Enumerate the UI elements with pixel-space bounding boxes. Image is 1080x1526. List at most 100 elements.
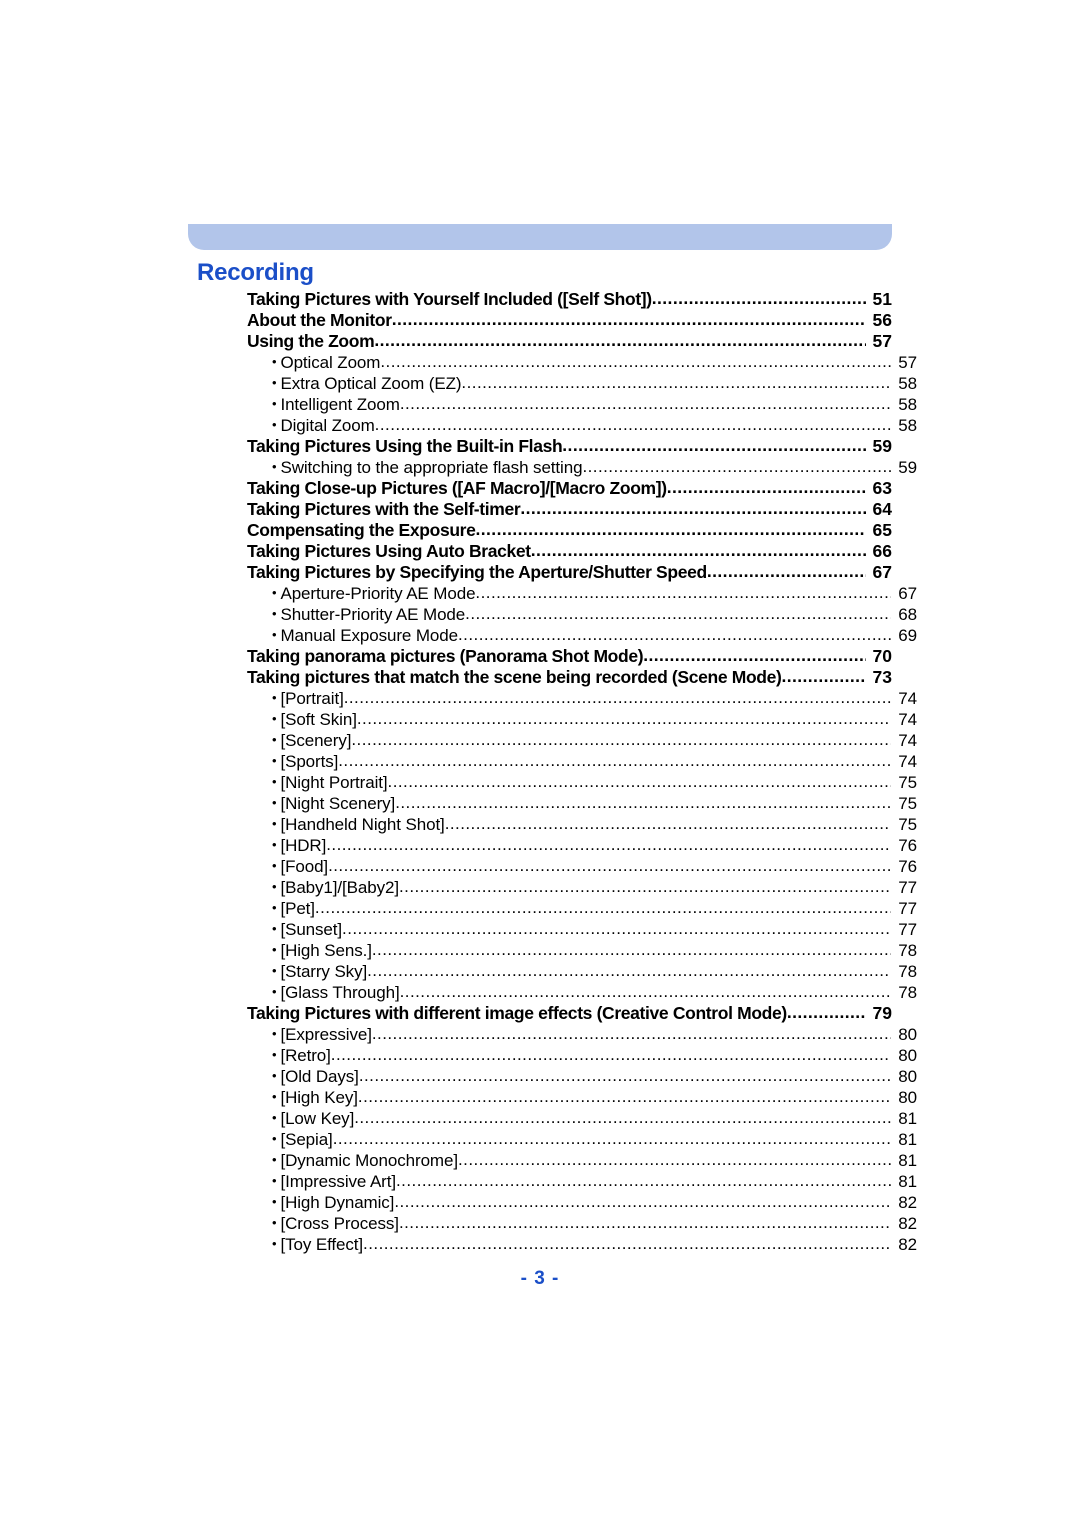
toc-entry-label: [Low Key] (280, 1109, 355, 1128)
toc-entry[interactable]: • [Low Key]..............................… (272, 1108, 917, 1129)
toc-entry-label: [Night Scenery] (280, 794, 396, 813)
toc-entry-label: [Cross Process] (280, 1214, 399, 1233)
toc-entry[interactable]: • [Night Scenery]........................… (272, 793, 917, 814)
toc-entry-page-number: 74 (898, 752, 917, 771)
toc-entry-page-number: 63 (872, 478, 892, 498)
toc-entry[interactable]: Taking pictures that match the scene bei… (247, 666, 892, 688)
toc-entry[interactable]: • [Toy Effect]...........................… (272, 1234, 917, 1255)
toc-leader-dots: ........................................… (444, 814, 891, 833)
toc-leader-dots: ........................................… (326, 835, 891, 854)
table-of-contents: Taking Pictures with Yourself Included (… (247, 288, 917, 1255)
toc-entry-label: Taking panorama pictures (Panorama Shot … (247, 646, 644, 666)
toc-entry[interactable]: • [Food].................................… (272, 856, 917, 877)
bullet-icon: • (272, 1152, 277, 1167)
toc-entry[interactable]: • Optical Zoom...........................… (272, 352, 917, 373)
bullet-icon: • (272, 417, 277, 432)
toc-entry[interactable]: • [Handheld Night Shot]..................… (272, 814, 917, 835)
toc-entry-page-number: 67 (898, 584, 917, 603)
toc-entry-label: [Dynamic Monochrome] (280, 1151, 458, 1170)
toc-leader-dots: ........................................… (399, 982, 891, 1001)
toc-entry-page-number: 74 (898, 689, 917, 708)
toc-entry[interactable]: About the Monitor.......................… (247, 309, 892, 331)
toc-entry[interactable]: Taking Close-up Pictures ([AF Macro]/[Ma… (247, 477, 892, 499)
toc-entry[interactable]: Taking Pictures with Yourself Included (… (247, 288, 892, 310)
toc-entry-label: [Portrait] (280, 689, 344, 708)
toc-leader-dots: ........................................… (396, 1171, 891, 1190)
bullet-icon: • (272, 1089, 277, 1104)
toc-entry[interactable]: • [Retro]................................… (272, 1045, 917, 1066)
toc-entry[interactable]: • Manual Exposure Mode...................… (272, 625, 917, 646)
toc-entry[interactable]: • [High Sens.]...........................… (272, 940, 917, 961)
toc-entry-page-number: 73 (872, 667, 892, 687)
toc-entry-page-number: 77 (898, 920, 917, 939)
toc-entry-page-number: 79 (872, 1003, 892, 1023)
toc-leader-dots: ........................................… (582, 457, 891, 476)
toc-entry[interactable]: Taking Pictures Using the Built-in Flash… (247, 435, 892, 457)
toc-entry[interactable]: Taking Pictures Using Auto Bracket......… (247, 540, 892, 562)
toc-entry[interactable]: • [Scenery]..............................… (272, 730, 917, 751)
toc-entry-page-number: 82 (898, 1235, 917, 1254)
bullet-icon: • (272, 837, 277, 852)
toc-entry-page-number: 78 (898, 983, 917, 1002)
toc-entry[interactable]: • [Soft Skin]............................… (272, 709, 917, 730)
toc-entry[interactable]: • [Glass Through]........................… (272, 982, 917, 1003)
toc-entry[interactable]: • [Sunset]...............................… (272, 919, 917, 940)
toc-entry[interactable]: • [HDR]..................................… (272, 835, 917, 856)
toc-entry-page-number: 74 (898, 731, 917, 750)
toc-leader-dots: ........................................… (475, 583, 891, 602)
toc-entry[interactable]: • [Old Days].............................… (272, 1066, 917, 1087)
toc-entry[interactable]: • [Expressive]...........................… (272, 1024, 917, 1045)
bullet-icon: • (272, 1110, 277, 1125)
toc-entry[interactable]: • [Cross Process]........................… (272, 1213, 917, 1234)
toc-entry-page-number: 81 (898, 1130, 917, 1149)
toc-entry-page-number: 77 (898, 878, 917, 897)
toc-entry[interactable]: • [Starry Sky]...........................… (272, 961, 917, 982)
toc-entry-label: [Starry Sky] (280, 962, 368, 981)
toc-entry-label: [Night Portrait] (280, 773, 388, 792)
toc-entry[interactable]: Using the Zoom..........................… (247, 330, 892, 352)
toc-entry-label: [Old Days] (280, 1067, 359, 1086)
toc-leader-dots: ........................................… (786, 1002, 866, 1022)
toc-entry[interactable]: Taking panorama pictures (Panorama Shot … (247, 645, 892, 667)
bullet-icon: • (272, 375, 277, 390)
bullet-icon: • (272, 963, 277, 978)
toc-entry[interactable]: • [High Dynamic].........................… (272, 1192, 917, 1213)
toc-entry[interactable]: Compensating the Exposure...............… (247, 519, 892, 541)
toc-entry[interactable]: • [Pet]..................................… (272, 898, 917, 919)
toc-leader-dots: ........................................… (357, 1087, 891, 1106)
page-title: Recording (197, 259, 314, 286)
toc-entry[interactable]: • [Impressive Art].......................… (272, 1171, 917, 1192)
toc-entry[interactable]: Taking Pictures by Specifying the Apertu… (247, 561, 892, 583)
toc-entry[interactable]: • [Sports]...............................… (272, 751, 917, 772)
toc-entry[interactable]: • Shutter-Priority AE Mode...............… (272, 604, 917, 625)
toc-entry[interactable]: • Intelligent Zoom.......................… (272, 394, 917, 415)
toc-leader-dots: ........................................… (387, 772, 891, 791)
toc-entry[interactable]: • Aperture-Priority AE Mode..............… (272, 583, 917, 604)
toc-entry[interactable]: • Digital Zoom...........................… (272, 415, 917, 436)
toc-entry-label: [Pet] (280, 899, 315, 918)
bullet-icon: • (272, 1173, 277, 1188)
toc-entry[interactable]: • Switching to the appropriate flash sett… (272, 457, 917, 478)
toc-entry-page-number: 74 (898, 710, 917, 729)
toc-entry[interactable]: • [High Key].............................… (272, 1087, 917, 1108)
toc-entry-label: [Impressive Art] (280, 1172, 396, 1191)
toc-entry-label: Compensating the Exposure (247, 520, 476, 540)
toc-entry[interactable]: • [Sepia]................................… (272, 1129, 917, 1150)
toc-leader-dots: ........................................… (330, 1045, 891, 1064)
toc-leader-dots: ........................................… (398, 877, 891, 896)
toc-entry-page-number: 65 (872, 520, 892, 540)
toc-entry-label: [Sunset] (280, 920, 343, 939)
toc-entry[interactable]: • [Baby1]/[Baby2]........................… (272, 877, 917, 898)
toc-leader-dots: ........................................… (342, 919, 891, 938)
toc-entry[interactable]: • Extra Optical Zoom (EZ)................… (272, 373, 917, 394)
toc-entry[interactable]: • [Dynamic Monochrome]...................… (272, 1150, 917, 1171)
bullet-icon: • (272, 1047, 277, 1062)
toc-entry[interactable]: Taking Pictures with different image eff… (247, 1002, 892, 1024)
toc-entry-label: [High Key] (280, 1088, 358, 1107)
toc-entry[interactable]: • [Portrait].............................… (272, 688, 917, 709)
toc-entry[interactable]: • [Night Portrait].......................… (272, 772, 917, 793)
toc-entry-label: Taking Pictures Using Auto Bracket (247, 541, 531, 561)
toc-entry-label: [Baby1]/[Baby2] (280, 878, 399, 897)
toc-entry[interactable]: Taking Pictures with the Self-timer.....… (247, 498, 892, 520)
toc-entry-label: Taking pictures that match the scene bei… (247, 667, 782, 687)
